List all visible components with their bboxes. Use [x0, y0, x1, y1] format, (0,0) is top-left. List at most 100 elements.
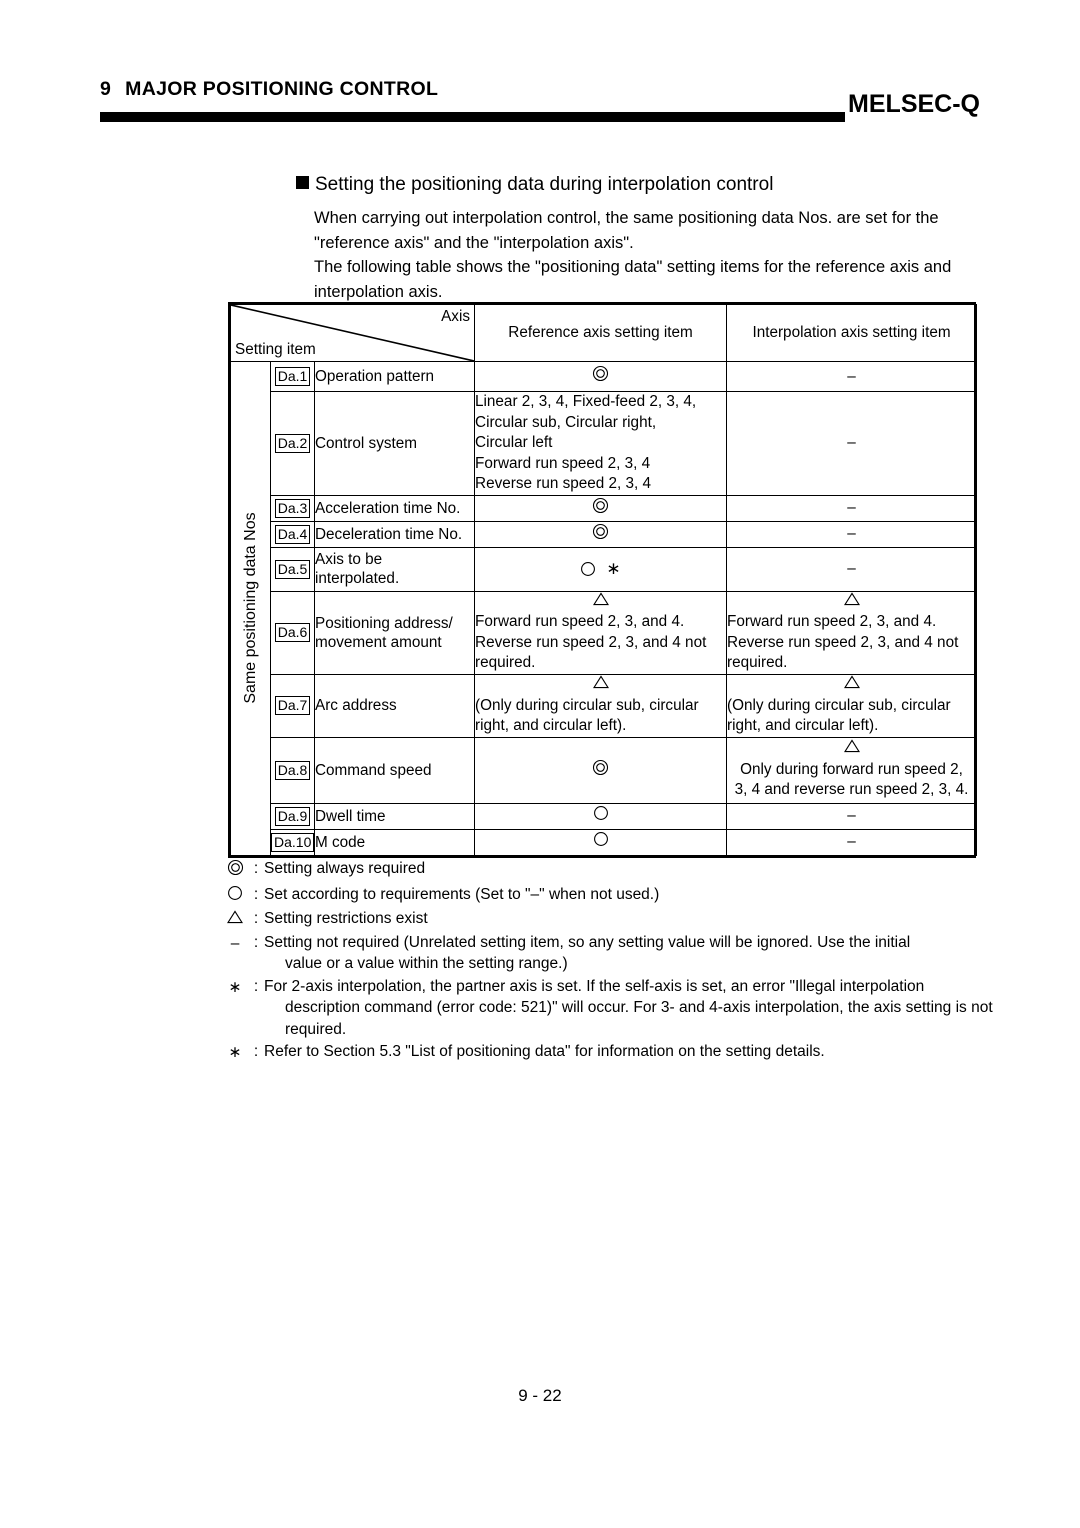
legend-text-main: Setting always required	[264, 860, 426, 877]
setting-item-text: Command speed	[315, 761, 432, 779]
dash-icon: –	[847, 525, 856, 542]
reference-axis-value-cell: (Only during circular sub, circular right…	[474, 673, 728, 738]
table-row: Da.5 Axis to be interpolated. ∗ –	[231, 546, 978, 592]
setting-item-text: Deceleration time No.	[315, 525, 463, 543]
interpolation-axis-value-cell: –	[726, 494, 978, 522]
legend-symbol: ∗	[222, 976, 248, 999]
legend-symbol: –	[222, 932, 248, 955]
symbol-holder	[475, 831, 726, 853]
section-heading-text: Setting the positioning data during inte…	[315, 174, 774, 195]
legend-text-main: Setting restrictions exist	[264, 910, 428, 927]
da-number-box: Da.6	[274, 623, 311, 643]
reference-axis-value-cell: Linear 2, 3, 4, Fixed-feed 2, 3, 4, Circu…	[474, 391, 728, 496]
cell-note-line: (Only during circular sub, circular	[727, 696, 951, 714]
legend-text-continuation: value or a value within the setting rang…	[285, 955, 568, 973]
legend-row: ∗: Refer to Section 5.3 "List of position…	[222, 1041, 1012, 1064]
symbol-holder: –	[727, 832, 976, 852]
da-number-box: Da.7	[274, 696, 311, 716]
interpolation-axis-value-cell: Only during forward run speed 2, 3, 4 and…	[726, 736, 978, 804]
legend-text-main: Refer to Section 5.3 "List of positionin…	[264, 1043, 825, 1061]
symbol-holder: –	[727, 559, 976, 579]
cell-note-line: Reverse run speed 2, 3, and 4 not	[475, 633, 707, 651]
setting-item-cell: Deceleration time No.	[313, 520, 476, 548]
asterisk-icon: ∗	[228, 978, 242, 996]
cell-note-text: Only during forward run speed 2, 3, 4 and…	[727, 760, 976, 801]
legend-row: : Set according to requirements (Set to "…	[222, 884, 1012, 908]
reference-axis-value-cell: Forward run speed 2, 3, and 4. Reverse ru…	[474, 590, 728, 675]
da-number-box: Da.1	[274, 367, 311, 386]
setting-item-cell: Arc address	[313, 673, 476, 738]
legend-colon: :	[253, 885, 259, 903]
header-rule	[100, 112, 845, 122]
circle-icon	[593, 805, 609, 827]
chapter-number: 9	[100, 78, 112, 100]
setting-item-text: interpolated.	[315, 570, 400, 587]
reference-axis-value-cell	[474, 828, 728, 856]
cell-note-line: Linear 2, 3, 4, Fixed-feed 2, 3, 4,	[475, 393, 697, 410]
setting-item-cell: Control system	[313, 391, 476, 496]
legend-text: Setting restrictions exist	[264, 908, 1012, 930]
symbol-holder	[727, 739, 976, 760]
section-heading: Setting the positioning data during inte…	[296, 172, 986, 198]
data-item-number-cell: Da.8	[270, 736, 315, 804]
cell-note-line: right, and circular left).	[475, 717, 627, 735]
cell-note-line: Forward run speed 2, 3, and 4.	[727, 613, 937, 631]
symbol-holder: –	[727, 433, 976, 453]
cell-note-line: Reverse run speed 2, 3, and 4 not	[727, 633, 959, 651]
symbol-holder: –	[727, 806, 976, 826]
data-item-number-cell: Da.3	[270, 494, 315, 522]
data-item-number-cell: Da.1	[270, 361, 315, 392]
reference-axis-value-cell	[474, 520, 728, 548]
interpolation-axis-value-cell: –	[726, 546, 978, 592]
square-bullet-icon	[296, 176, 309, 189]
cell-note-line: Circular sub, Circular right,	[475, 413, 657, 431]
reference-axis-value-cell	[474, 736, 728, 804]
same-positioning-data-nos-band: Same positioning data Nos	[230, 361, 271, 856]
circle-asterisk-icon: ∗	[580, 559, 621, 578]
symbol-holder	[475, 805, 726, 827]
dash-icon: –	[847, 833, 856, 851]
chapter-title-text: MAJOR POSITIONING CONTROL	[125, 78, 439, 100]
setting-item-text: Axis to be	[315, 551, 383, 568]
triangle-icon	[843, 591, 860, 613]
page-number: 9 - 22	[518, 1386, 562, 1405]
cell-note-line: Only during forward run speed 2,	[740, 760, 963, 778]
setting-item-text: Arc address	[315, 697, 397, 715]
reference-axis-value-cell	[474, 361, 728, 392]
symbol-holder	[727, 675, 976, 696]
cell-note-line: Reverse run speed 2, 3, 4	[475, 475, 652, 492]
band-label: Same positioning data Nos	[241, 512, 259, 704]
cell-note-line: 3, 4 and reverse run speed 2, 3, 4.	[734, 781, 969, 799]
cell-note-line: required.	[727, 654, 788, 672]
triangle-icon	[843, 675, 860, 696]
legend-text-main: Setting not required (Unrelated setting …	[264, 933, 911, 951]
da-number-box: Da.8	[274, 760, 311, 780]
legend-list: : Setting always required : Set according t…	[222, 858, 1012, 1065]
cell-note-text: Linear 2, 3, 4, Fixed-feed 2, 3, 4, Circu…	[475, 392, 726, 495]
circle-icon	[593, 831, 609, 853]
triangle-icon	[227, 909, 243, 931]
data-item-number-cell: Da.10	[270, 828, 315, 856]
setting-item-text: Dwell time	[315, 807, 386, 825]
legend-row: : Setting restrictions exist	[222, 908, 1012, 931]
legend-symbol	[222, 858, 248, 883]
legend-colon: :	[253, 860, 259, 877]
interpolation-axis-value-cell: –	[726, 828, 978, 856]
setting-item-text: Control system	[315, 434, 418, 452]
intro-paragraph-2: The following table shows the "positioni…	[314, 258, 952, 301]
dash-icon: –	[847, 499, 856, 516]
table-row: Da.10 M code –	[231, 828, 978, 856]
legend-text: Setting always required	[264, 858, 1012, 880]
table-row: Da.2 Control system Linear 2, 3, 4, Fixed-…	[231, 391, 978, 496]
legend-text: Refer to Section 5.3 "List of positionin…	[264, 1041, 1012, 1063]
symbol-holder: –	[727, 367, 976, 387]
cell-note-text: Forward run speed 2, 3, and 4. Reverse ru…	[727, 612, 976, 674]
data-item-number-cell: Da.5	[270, 546, 315, 592]
table-row: Da.9 Dwell time –	[231, 802, 978, 830]
setting-item-cell: Axis to be interpolated.	[313, 546, 476, 592]
da-number-box: Da.3	[274, 498, 311, 518]
cell-note-line: Forward run speed 2, 3, and 4.	[475, 613, 685, 631]
table-row: Da.3 Acceleration time No. –	[231, 494, 978, 522]
double-circle-icon	[592, 759, 609, 782]
da-number-box: Da.4	[274, 524, 311, 544]
